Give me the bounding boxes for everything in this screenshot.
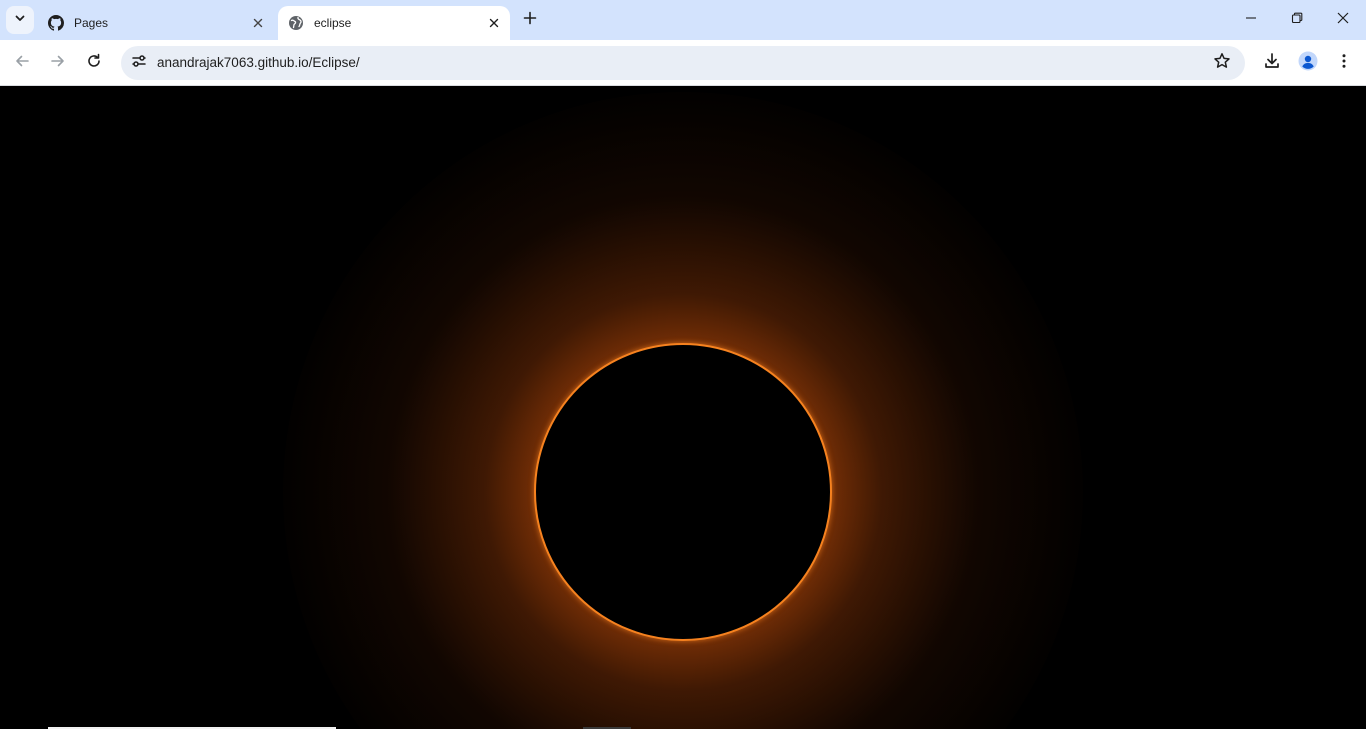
restore-button[interactable]	[1274, 0, 1320, 40]
tab-title: eclipse	[314, 16, 352, 30]
minimize-icon	[1245, 11, 1257, 29]
minimize-button[interactable]	[1228, 0, 1274, 40]
tab-strip: Pages eclipse	[0, 0, 1366, 40]
forward-button[interactable]	[44, 49, 72, 77]
close-icon	[1337, 11, 1349, 29]
page-viewport	[0, 87, 1366, 729]
tune-icon	[131, 53, 147, 74]
profile-button[interactable]	[1294, 49, 1322, 77]
star-icon	[1213, 52, 1231, 75]
new-tab-button[interactable]	[518, 8, 542, 32]
plus-icon	[523, 11, 537, 30]
globe-icon	[288, 15, 304, 31]
tab-pages[interactable]: Pages	[38, 6, 274, 40]
avatar-icon	[1298, 51, 1318, 76]
site-info-button[interactable]	[125, 49, 153, 77]
close-window-button[interactable]	[1320, 0, 1366, 40]
reload-button[interactable]	[80, 49, 108, 77]
github-icon	[48, 15, 64, 31]
back-button[interactable]	[8, 49, 36, 77]
address-bar[interactable]: anandrajak7063.github.io/Eclipse/	[121, 46, 1245, 80]
tab-title: Pages	[74, 16, 109, 30]
menu-button[interactable]	[1330, 49, 1358, 77]
reload-icon	[86, 53, 102, 74]
arrow-right-icon	[50, 53, 66, 74]
close-tab-icon[interactable]	[484, 13, 504, 33]
restore-icon	[1291, 11, 1303, 29]
download-icon	[1263, 52, 1281, 75]
eclipse-moon	[534, 343, 832, 641]
tab-search-button[interactable]	[6, 6, 34, 34]
chevron-down-icon	[14, 11, 26, 29]
tab-eclipse[interactable]: eclipse	[278, 6, 510, 40]
downloads-button[interactable]	[1258, 49, 1286, 77]
more-vert-icon	[1336, 53, 1352, 74]
close-tab-icon[interactable]	[248, 13, 268, 33]
bookmark-button[interactable]	[1211, 52, 1233, 74]
browser-toolbar: anandrajak7063.github.io/Eclipse/	[0, 40, 1366, 86]
arrow-left-icon	[14, 53, 30, 74]
url-text[interactable]: anandrajak7063.github.io/Eclipse/	[157, 46, 360, 80]
